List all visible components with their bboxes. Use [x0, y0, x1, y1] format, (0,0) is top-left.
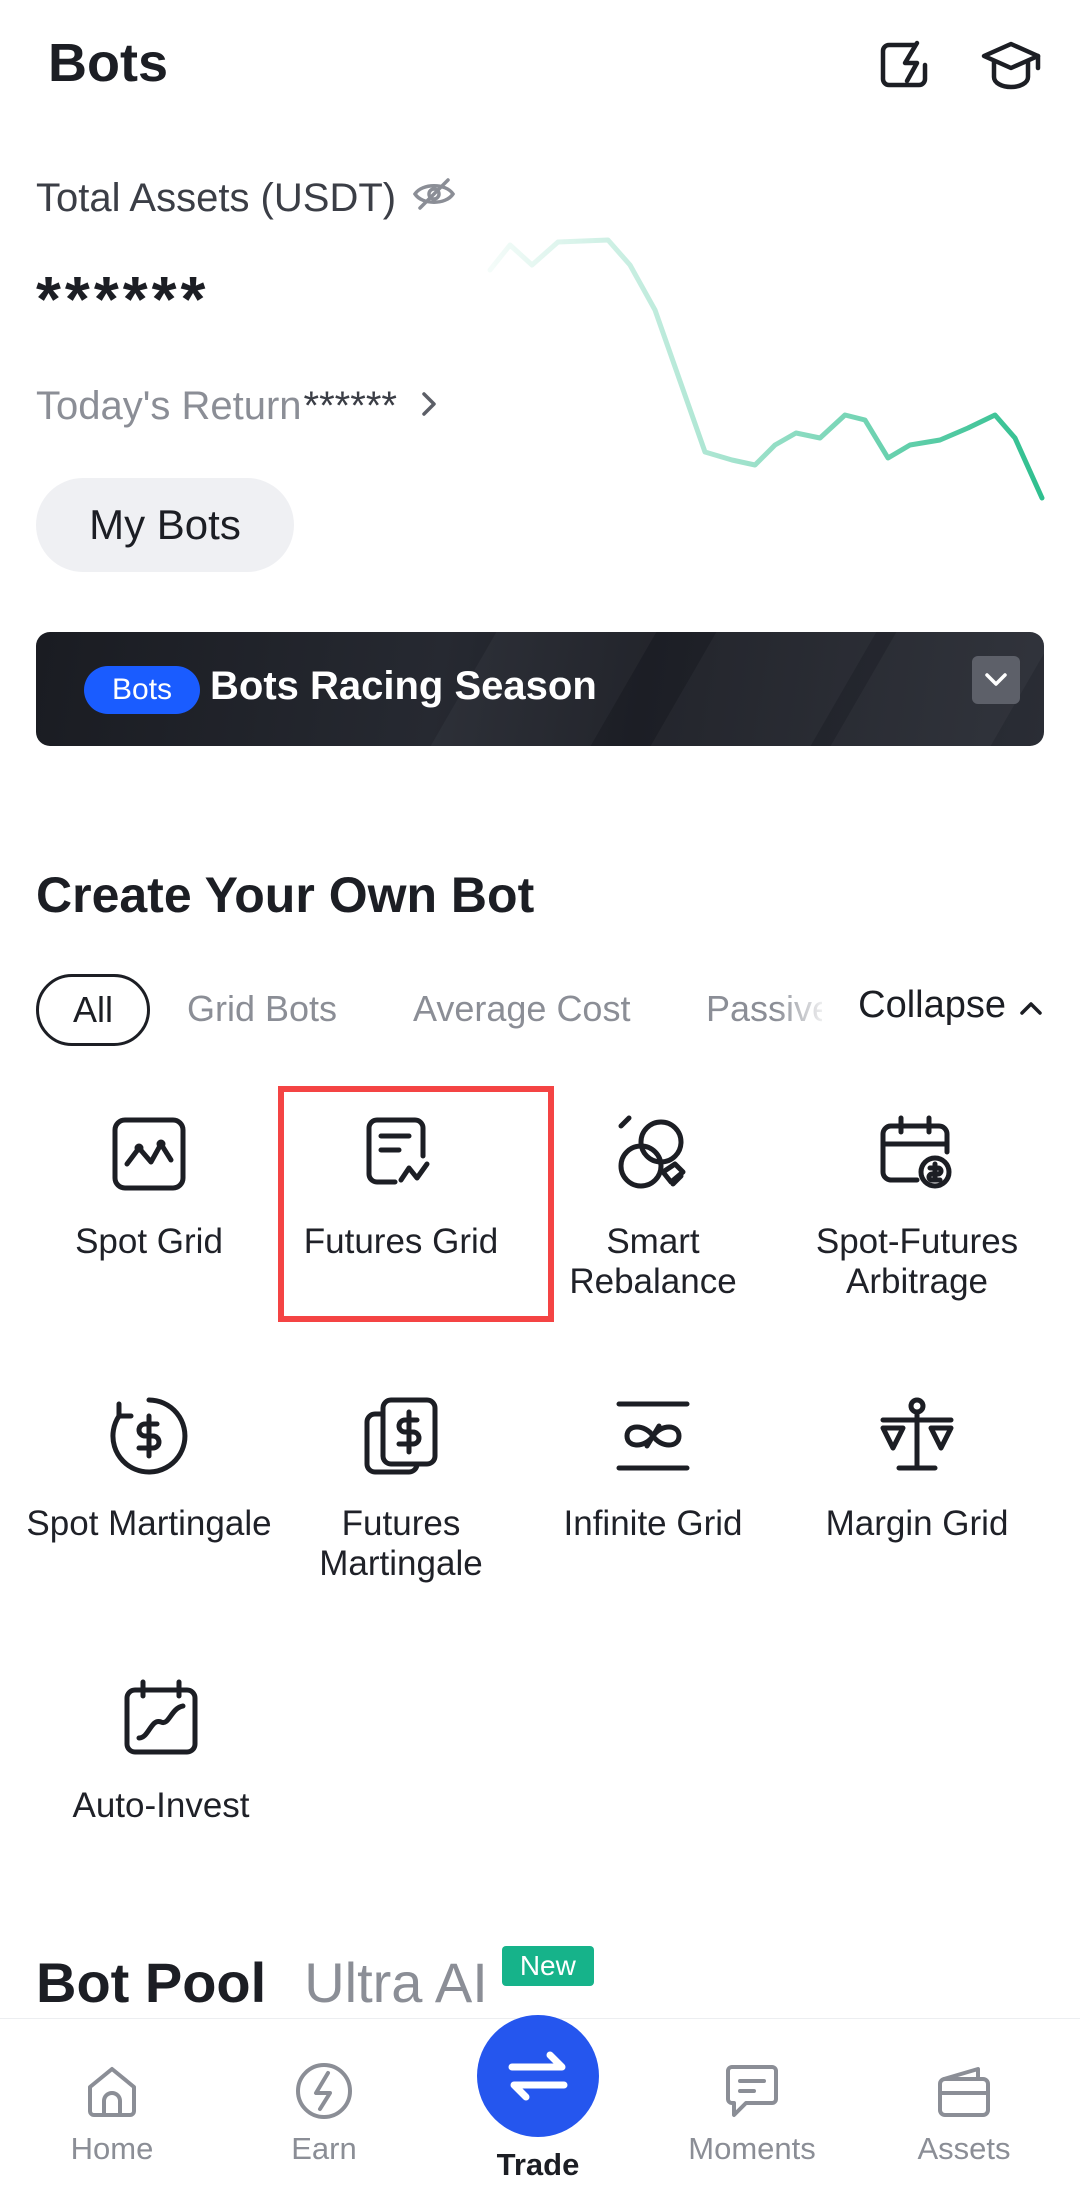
bot-filter-tabs: All Grid Bots Average Cost Passive Colla… — [36, 974, 1044, 1046]
bot-smart-rebalance[interactable]: Smart Rebalance — [528, 1112, 778, 1302]
bot-label: Futures Martingale — [319, 1504, 483, 1583]
collapse-label: Collapse — [858, 984, 1006, 1026]
margin-grid-icon — [875, 1394, 959, 1478]
bot-label: Infinite Grid — [563, 1504, 743, 1543]
spot-martingale-icon — [107, 1394, 191, 1478]
nav-label: Moments — [688, 2131, 816, 2166]
total-assets-label: Total Assets (USDT) — [36, 176, 456, 221]
ultra-ai-tab[interactable]: Ultra AI — [304, 1950, 488, 2015]
bot-label: Spot-Futures Arbitrage — [815, 1222, 1019, 1301]
filter-passive[interactable]: Passive — [706, 988, 822, 1030]
bot-label: Margin Grid — [825, 1504, 1009, 1543]
futures-martingale-icon — [359, 1394, 443, 1478]
chevron-down-icon[interactable] — [972, 656, 1020, 704]
bot-auto-invest[interactable]: Auto-Invest — [36, 1676, 286, 1826]
assets-sparkline — [487, 237, 1045, 501]
nav-label: Assets — [917, 2131, 1011, 2166]
create-bot-title: Create Your Own Bot — [36, 867, 535, 923]
nav-moments[interactable]: Moments — [672, 2061, 832, 2167]
todays-return-label: Today's Return — [36, 384, 302, 428]
bot-label: Auto-Invest — [72, 1786, 250, 1825]
bot-infinite-grid[interactable]: Infinite Grid — [528, 1394, 778, 1544]
page-title: Bots — [48, 33, 168, 93]
share-icon[interactable] — [870, 30, 940, 100]
total-assets-text: Total Assets (USDT) — [36, 176, 397, 220]
filter-grid-bots[interactable]: Grid Bots — [187, 988, 337, 1030]
eye-off-icon[interactable] — [412, 176, 456, 221]
promo-banner[interactable]: Bots Bots Racing Season — [36, 632, 1044, 746]
filter-all[interactable]: All — [36, 974, 150, 1046]
banner-badge: Bots — [84, 666, 201, 714]
my-bots-button[interactable]: My Bots — [36, 478, 294, 572]
total-assets-value: ****** — [36, 263, 210, 335]
smart-rebalance-icon — [611, 1112, 695, 1196]
moments-icon — [726, 2065, 778, 2117]
chevron-up-icon — [1018, 984, 1044, 1027]
home-icon — [88, 2067, 136, 2117]
bot-label: Spot Grid — [75, 1222, 223, 1261]
bot-pool-title[interactable]: Bot Pool — [36, 1950, 266, 2015]
bot-pool-header: Bot Pool Ultra AI New — [36, 1945, 594, 2015]
auto-invest-icon — [119, 1676, 203, 1760]
collapse-button[interactable]: Collapse — [858, 984, 1044, 1027]
banner-title: Bots Racing Season — [210, 664, 597, 708]
highlight-box — [278, 1086, 554, 1322]
bottom-nav: Home Earn Trade Moments Assets — [0, 2015, 1080, 2208]
nav-assets[interactable]: Assets — [884, 2061, 1044, 2167]
earn-icon — [296, 2063, 352, 2119]
bot-label: Spot Martingale — [26, 1504, 272, 1543]
nav-home[interactable]: Home — [32, 2061, 192, 2167]
bot-spot-grid[interactable]: Spot Grid — [24, 1112, 274, 1262]
top-bar: Bots — [0, 0, 1080, 140]
bot-margin-grid[interactable]: Margin Grid — [792, 1394, 1042, 1544]
todays-return-value: ****** — [303, 384, 397, 428]
todays-return-row[interactable]: Today's Return ****** — [36, 384, 439, 429]
learn-icon[interactable] — [976, 30, 1046, 100]
nav-label: Home — [70, 2131, 154, 2166]
filter-average-cost[interactable]: Average Cost — [413, 988, 630, 1030]
nav-earn[interactable]: Earn — [244, 2061, 404, 2167]
bot-futures-martingale[interactable]: Futures Martingale — [276, 1394, 526, 1584]
spot-grid-icon — [107, 1112, 191, 1196]
chevron-right-icon — [419, 384, 439, 429]
bot-label: Smart Rebalance — [569, 1222, 737, 1301]
new-badge: New — [501, 1945, 594, 1986]
trade-icon — [477, 2015, 599, 2137]
nav-label: Trade — [496, 2147, 580, 2182]
bot-spot-futures-arbitrage[interactable]: Spot-Futures Arbitrage — [792, 1112, 1042, 1302]
nav-trade[interactable]: Trade — [458, 2015, 618, 2183]
arbitrage-icon — [875, 1112, 959, 1196]
infinite-grid-icon — [611, 1394, 695, 1478]
bot-spot-martingale[interactable]: Spot Martingale — [24, 1394, 274, 1544]
nav-label: Earn — [291, 2131, 357, 2166]
wallet-icon — [938, 2067, 990, 2117]
